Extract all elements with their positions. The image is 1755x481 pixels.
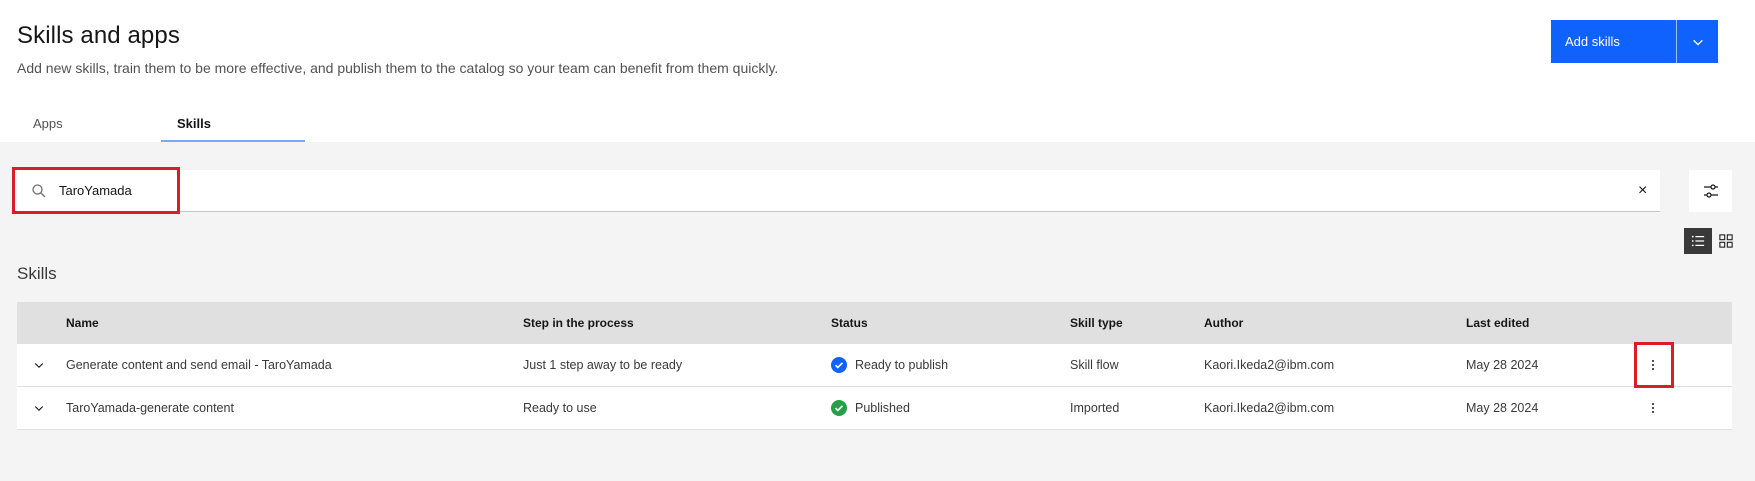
page-subtitle: Add new skills, train them to be more ef… [17, 60, 779, 76]
filter-button[interactable] [1689, 170, 1732, 212]
status-label: Ready to publish [855, 358, 949, 372]
overflow-menu-highlight-box [1634, 342, 1674, 388]
chevron-down-icon [1692, 39, 1703, 46]
row-step: Just 1 step away to be ready [523, 358, 683, 372]
button-divider [1676, 20, 1677, 63]
page-title: Skills and apps [17, 22, 180, 49]
row-status: Published [831, 387, 910, 429]
page-header: Skills and apps Add new skills, train th… [0, 0, 1755, 142]
row-skill-type: Skill flow [1070, 358, 1119, 372]
search-clear-button[interactable]: × [1638, 170, 1696, 212]
close-icon: × [1638, 182, 1648, 199]
section-title: Skills [17, 264, 57, 283]
chevron-down-icon [34, 363, 44, 369]
column-header-author[interactable]: Author [1204, 302, 1243, 344]
row-name: Generate content and send email - TaroYa… [66, 358, 332, 372]
tab-skills[interactable]: Skills [161, 108, 305, 142]
grid-view-toggle[interactable] [1714, 228, 1738, 254]
table-header: Name Step in the process Status Skill ty… [17, 302, 1732, 344]
add-skills-dropdown-button[interactable] [1677, 20, 1718, 63]
row-author: Kaori.Ikeda2@ibm.com [1204, 358, 1335, 372]
search-input[interactable]: TaroYamada [17, 170, 1660, 212]
add-skills-button-group: Add skills [1551, 20, 1718, 63]
search-highlight-box [12, 167, 180, 214]
row-last-edited: May 28 2024 [1466, 401, 1539, 415]
column-header-step[interactable]: Step in the process [523, 302, 634, 344]
chevron-down-icon [34, 406, 44, 412]
checkmark-filled-icon [831, 400, 847, 416]
row-last-edited: May 28 2024 [1466, 358, 1539, 372]
row-author: Kaori.Ikeda2@ibm.com [1204, 401, 1335, 415]
settings-adjust-icon [1703, 184, 1718, 198]
table-row[interactable]: Generate content and send email - TaroYa… [17, 344, 1732, 387]
add-skills-button[interactable]: Add skills [1551, 20, 1676, 63]
row-expand-button[interactable] [27, 344, 51, 386]
list-view-toggle[interactable] [1684, 228, 1712, 254]
row-overflow-menu-button[interactable] [1643, 387, 1663, 429]
tab-list: Apps Skills [17, 108, 305, 142]
column-header-name[interactable]: Name [66, 302, 99, 344]
column-header-last-edited[interactable]: Last edited [1466, 302, 1529, 344]
list-icon [1691, 235, 1705, 247]
row-name: TaroYamada-generate content [66, 401, 234, 415]
overflow-menu-icon [1652, 403, 1654, 413]
row-status: Ready to publish [831, 344, 948, 386]
table-row[interactable]: TaroYamada-generate content Ready to use… [17, 387, 1732, 430]
tab-apps[interactable]: Apps [17, 108, 161, 142]
status-label: Published [855, 401, 910, 415]
column-header-skill-type[interactable]: Skill type [1070, 302, 1123, 344]
row-expand-button[interactable] [27, 387, 51, 429]
row-skill-type: Imported [1070, 401, 1120, 415]
grid-icon [1719, 234, 1733, 248]
checkmark-filled-icon [831, 357, 847, 373]
skills-table: Name Step in the process Status Skill ty… [17, 302, 1732, 430]
row-step: Ready to use [523, 401, 597, 415]
column-header-status[interactable]: Status [831, 302, 868, 344]
